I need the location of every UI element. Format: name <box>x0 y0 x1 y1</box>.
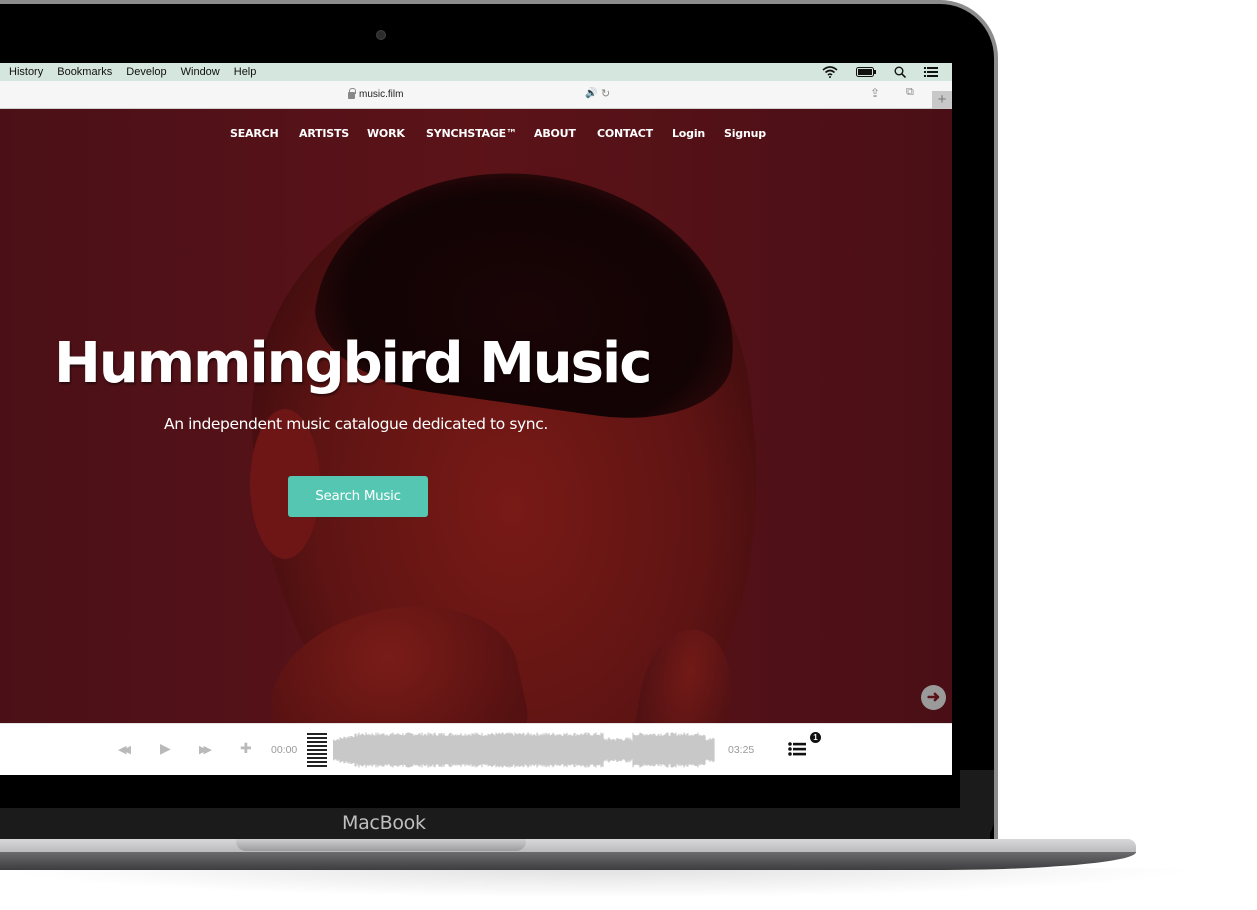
queue-count-badge: 1 <box>810 732 821 743</box>
os-menubar: History Bookmarks Develop Window Help <box>0 63 952 81</box>
browser-toolbar: music.film 🔊 ↻ ⇪ ⧉ + <box>0 81 952 109</box>
show-tabs-icon[interactable]: ⧉ <box>906 86 914 99</box>
nav-contact[interactable]: CONTACT <box>597 127 653 140</box>
menu-help[interactable]: Help <box>234 66 257 78</box>
webcam <box>376 30 386 40</box>
nav-artists[interactable]: ARTISTS <box>299 127 349 140</box>
laptop-base-bottom <box>0 852 1136 870</box>
wifi-icon[interactable] <box>822 66 838 78</box>
spotlight-search-icon[interactable] <box>894 66 906 78</box>
laptop-shadow <box>0 868 1200 898</box>
hero-section: SEARCH ARTISTS WORK SYNCHSTAGE™ ABOUT CO… <box>0 109 952 723</box>
laptop-hinge <box>236 839 526 851</box>
menu-develop[interactable]: Develop <box>126 66 166 78</box>
current-time: 00:00 <box>271 744 298 756</box>
new-tab-button[interactable]: + <box>932 91 952 109</box>
fast-forward-icon[interactable]: ▶▶ <box>199 743 212 756</box>
menu-window[interactable]: Window <box>181 66 220 78</box>
product-mockup: MacBook History Bookmarks Develop Window… <box>0 0 1257 910</box>
play-icon[interactable]: ▶ <box>160 740 171 757</box>
brand-label: MacBook <box>342 812 426 834</box>
menu-history[interactable]: History <box>9 66 43 78</box>
queue-list-icon[interactable] <box>788 741 806 757</box>
battery-icon[interactable] <box>856 67 876 77</box>
lock-icon <box>348 88 356 99</box>
nav-about[interactable]: ABOUT <box>534 127 576 140</box>
waveform-scrubber[interactable] <box>333 732 715 768</box>
next-slide-arrow-icon[interactable]: ➜ <box>921 685 946 710</box>
address-bar[interactable]: music.film <box>348 88 404 100</box>
url-text: music.film <box>359 89 404 100</box>
track-thumbnail-icon <box>307 733 327 769</box>
hero-title: Hummingbird Music <box>54 331 652 396</box>
nav-synchstage[interactable]: SYNCHSTAGE™ <box>426 127 517 140</box>
bezel-chin <box>0 808 990 842</box>
notification-center-icon[interactable] <box>924 67 938 77</box>
nav-work[interactable]: WORK <box>367 127 405 140</box>
menu-bookmarks[interactable]: Bookmarks <box>57 66 112 78</box>
rewind-icon[interactable]: ◀◀ <box>118 743 131 756</box>
reload-icon[interactable]: ↻ <box>601 87 610 100</box>
status-area <box>822 63 938 81</box>
audio-player: ◀◀ ▶ ▶▶ ✚ 00:00 03:25 1 <box>0 723 952 775</box>
screen: History Bookmarks Develop Window Help mu… <box>0 63 952 775</box>
track-duration: 03:25 <box>728 744 755 756</box>
add-to-playlist-icon[interactable]: ✚ <box>240 740 252 757</box>
waveform-path <box>333 732 715 768</box>
nav-signup[interactable]: Signup <box>724 127 766 140</box>
nav-search[interactable]: SEARCH <box>230 127 279 140</box>
hero-subtitle: An independent music catalogue dedicated… <box>164 415 548 433</box>
laptop-base <box>0 839 1136 853</box>
share-icon[interactable]: ⇪ <box>870 86 880 100</box>
search-music-button[interactable]: Search Music <box>288 476 428 517</box>
audio-playing-icon[interactable]: 🔊 <box>585 88 597 99</box>
nav-login[interactable]: Login <box>672 127 705 140</box>
